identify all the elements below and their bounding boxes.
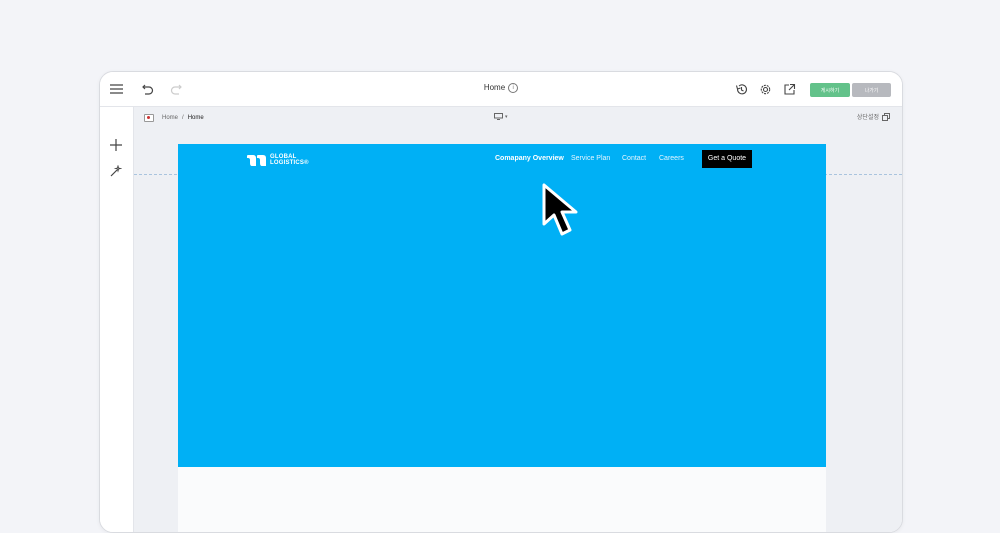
site-page: GLOBAL LOGISTICS® Comapany Overview Serv…	[178, 144, 826, 532]
copy-icon	[882, 112, 890, 121]
header-settings-label: 상단설정	[856, 115, 879, 121]
desktop-icon	[494, 113, 503, 120]
editor-canvas: Home / Home ▾ 상단설정 GLOBAL LOGISTICS® Com…	[134, 107, 902, 532]
history-icon[interactable]	[733, 81, 749, 97]
logo-registered: ®	[304, 160, 309, 166]
flag-icon[interactable]	[144, 114, 154, 122]
nav-contact[interactable]: Contact	[622, 155, 646, 162]
logo-mark-icon	[247, 154, 266, 166]
logo-line2: LOGISTICS	[270, 160, 305, 166]
chevron-down-icon: ▾	[505, 113, 508, 120]
device-selector[interactable]: ▾	[494, 113, 508, 120]
breadcrumb-current: Home	[187, 115, 204, 121]
plus-icon[interactable]	[108, 137, 124, 153]
gear-icon[interactable]	[757, 81, 773, 97]
breadcrumb-separator: /	[182, 115, 184, 121]
editor-window: Home i 게시하기 나가기 Home / Home ▾ 상단설정 GLOBA…	[99, 71, 903, 533]
nav-service-plan[interactable]: Service Plan	[571, 155, 610, 162]
publish-button[interactable]: 게시하기	[810, 83, 850, 97]
breadcrumb: Home / Home	[144, 114, 204, 122]
mouse-cursor-icon	[542, 183, 578, 236]
nav-careers[interactable]: Careers	[659, 155, 684, 162]
get-quote-button[interactable]: Get a Quote	[702, 150, 752, 168]
page-title-text: Home	[483, 83, 506, 93]
info-icon[interactable]: i	[508, 83, 519, 93]
exit-button[interactable]: 나가기	[852, 83, 891, 97]
nav-company-overview[interactable]: Comapany Overview	[495, 155, 564, 162]
hero-section[interactable]: GLOBAL LOGISTICS® Comapany Overview Serv…	[178, 144, 826, 467]
header-settings[interactable]: 상단설정	[857, 112, 890, 121]
left-sidebar	[100, 107, 134, 532]
magic-wand-icon[interactable]	[108, 163, 124, 179]
external-link-icon[interactable]	[781, 81, 797, 97]
site-logo[interactable]: GLOBAL LOGISTICS®	[247, 154, 309, 166]
top-toolbar: Home i 게시하기 나가기	[100, 72, 902, 107]
breadcrumb-root[interactable]: Home	[162, 115, 178, 121]
